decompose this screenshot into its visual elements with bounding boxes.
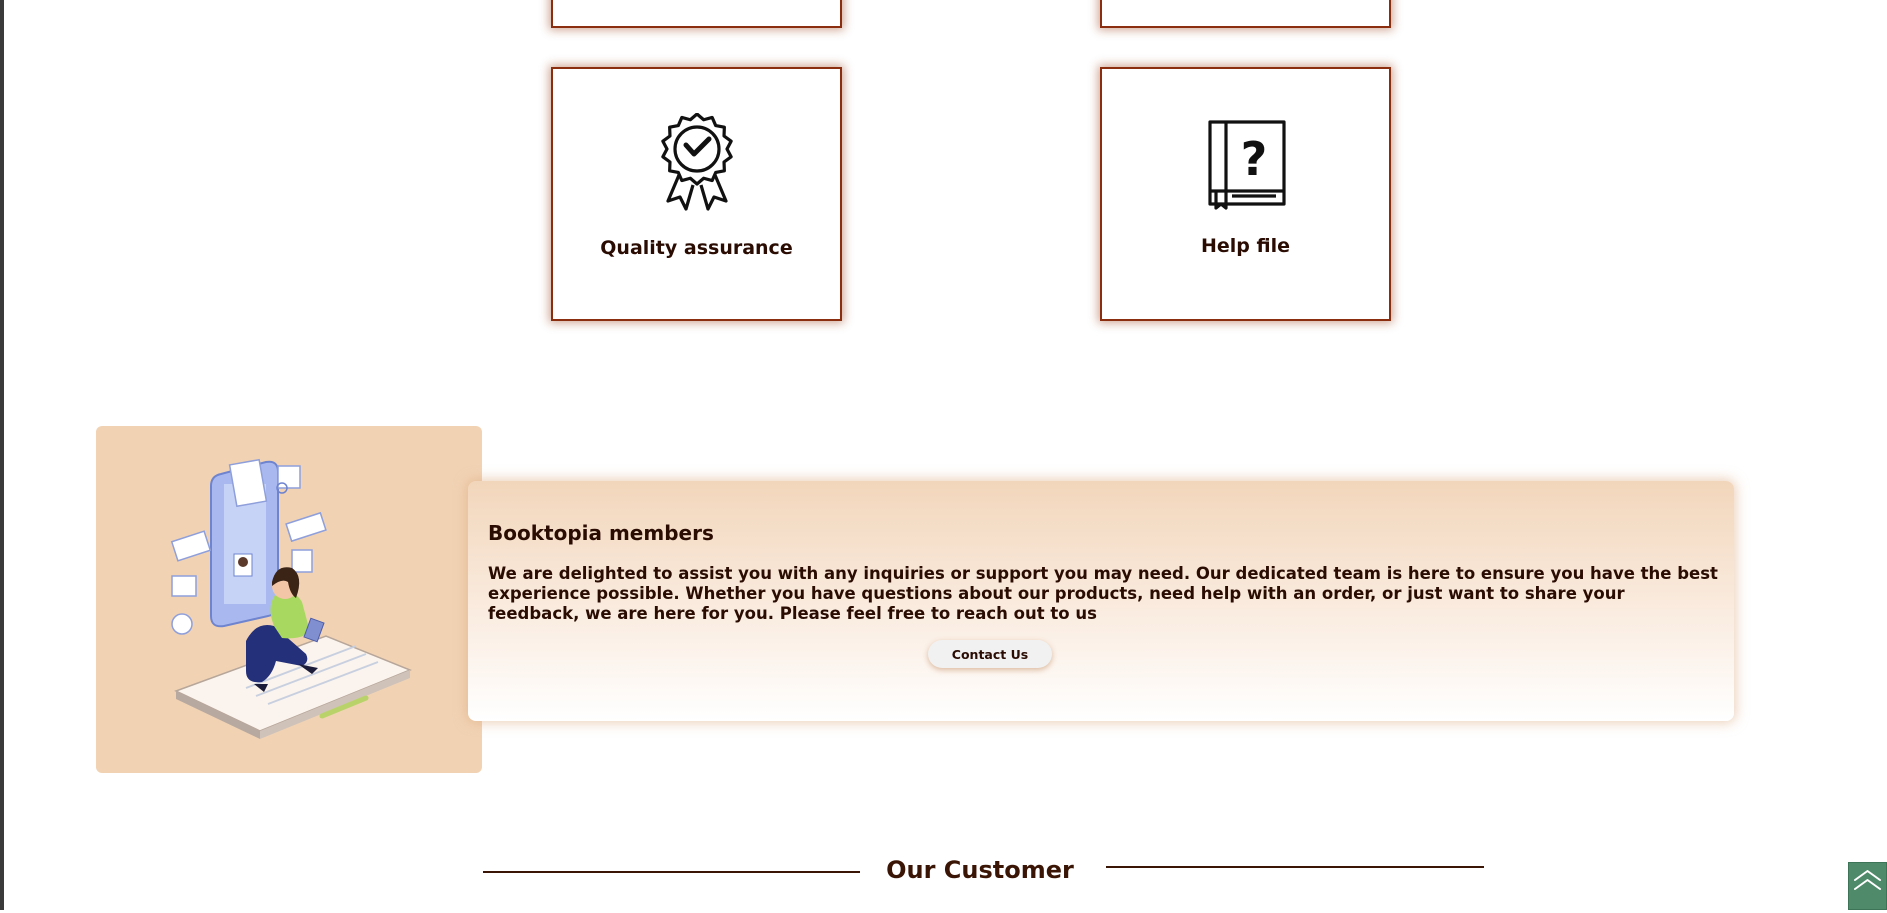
our-customer-heading: Our Customer [886,856,1074,884]
feature-card-quality-assurance[interactable]: Quality assurance [551,67,842,321]
member-illustration [96,426,482,773]
members-description: We are delighted to assist you with any … [488,564,1718,623]
scroll-to-top-button[interactable] [1848,862,1887,910]
contact-us-button[interactable]: Contact Us [928,640,1052,668]
booktopia-members-panel: Booktopia members We are delighted to as… [468,481,1734,721]
heading-rule-left [483,871,860,873]
heading-rule-right [1106,866,1484,868]
feature-card-top-right[interactable] [1100,0,1391,28]
page-left-edge [0,0,4,910]
quality-assurance-label: Quality assurance [600,237,793,259]
reading-person-illustration [170,458,412,739]
help-book-icon: ? [1207,120,1286,210]
feature-card-help-file[interactable]: ? Help file [1100,67,1391,321]
members-title: Booktopia members [488,521,714,545]
double-chevron-up-icon [1854,870,1881,890]
award-ribbon-icon [660,113,733,211]
svg-text:?: ? [1240,132,1267,186]
feature-card-top-left[interactable] [551,0,842,28]
help-file-label: Help file [1201,235,1290,257]
